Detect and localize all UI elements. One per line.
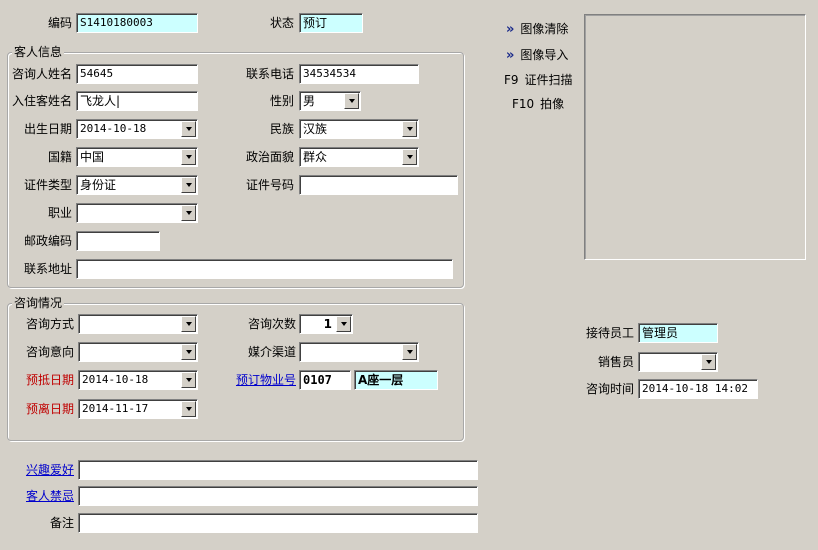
taboo-field[interactable] [78, 486, 478, 506]
image-clear-label: 图像清除 [520, 22, 569, 36]
photo-label: 拍像 [540, 97, 565, 111]
address-label: 联系地址 [23, 262, 72, 276]
ethnic-label: 民族 [269, 122, 294, 136]
arrive-date-label: 预抵日期 [25, 373, 74, 387]
sales-select[interactable] [638, 352, 718, 372]
chevron-down-icon[interactable] [181, 205, 196, 221]
idtype-value: 身份证 [80, 178, 117, 192]
status-field[interactable]: 预订 [299, 13, 363, 33]
phone-label: 联系电话 [245, 67, 294, 81]
code-field[interactable]: S1410180003 [76, 13, 198, 33]
consult-time-field[interactable]: 2014-10-18 14:02 [638, 379, 758, 399]
photo-shortcut-key: F10 [512, 97, 535, 111]
idno-label: 证件号码 [245, 178, 294, 192]
photo-button[interactable]: F10 拍像 [512, 95, 564, 113]
ethnic-select[interactable]: 汉族 [299, 119, 419, 139]
property-code-field[interactable]: 0107 [299, 370, 351, 390]
chevron-down-icon[interactable] [181, 121, 196, 137]
chevron-down-icon[interactable] [181, 177, 196, 193]
idtype-select[interactable]: 身份证 [76, 175, 198, 195]
phone-field[interactable]: 34534534 [299, 64, 419, 84]
consult-name-label: 咨询人姓名 [11, 67, 72, 81]
consult-method-select[interactable] [78, 314, 198, 334]
gender-select[interactable]: 男 [299, 91, 361, 111]
consult-intent-label: 咨询意向 [25, 345, 74, 359]
leave-date-label: 预离日期 [25, 402, 74, 416]
gender-label: 性别 [269, 94, 294, 108]
idno-field[interactable] [299, 175, 458, 195]
arrive-date-picker[interactable]: 2014-10-18 [78, 370, 198, 390]
chevron-down-icon[interactable] [181, 344, 196, 360]
image-clear-button[interactable]: » 图像清除 [506, 20, 568, 38]
chevron-down-icon[interactable] [181, 316, 196, 332]
nation-select[interactable]: 中国 [76, 147, 198, 167]
double-chevron-right-icon: » [506, 48, 515, 63]
idtype-label: 证件类型 [23, 178, 72, 192]
politic-select[interactable]: 群众 [299, 147, 419, 167]
leave-date-picker[interactable]: 2014-11-17 [78, 399, 198, 419]
birth-label: 出生日期 [23, 122, 72, 136]
guest-info-title: 客人信息 [12, 45, 65, 59]
politic-value: 群众 [303, 150, 328, 164]
media-select[interactable] [299, 342, 419, 362]
consult-name-field[interactable]: 54645 [76, 64, 198, 84]
checkin-name-label: 入住客姓名 [11, 94, 72, 108]
scan-shortcut-key: F9 [504, 73, 519, 87]
politic-label: 政治面貌 [245, 150, 294, 164]
leave-date-value: 2014-11-17 [82, 402, 149, 415]
receptionist-field[interactable]: 管理员 [638, 323, 718, 343]
code-label: 编码 [47, 16, 72, 30]
property-no-link[interactable]: 预订物业号 [226, 370, 296, 390]
nation-value: 中国 [80, 150, 105, 164]
sales-label: 销售员 [597, 355, 634, 369]
address-field[interactable] [76, 259, 453, 279]
chevron-down-icon[interactable] [181, 149, 196, 165]
consult-count-value: 1 [323, 317, 332, 331]
job-select[interactable] [76, 203, 198, 223]
consult-count-label: 咨询次数 [247, 317, 296, 331]
double-chevron-right-icon: » [506, 22, 515, 37]
receptionist-label: 接待员工 [585, 326, 634, 340]
remark-field[interactable] [78, 513, 478, 533]
job-label: 职业 [47, 206, 72, 220]
chevron-down-icon[interactable] [402, 344, 417, 360]
birth-value: 2014-10-18 [80, 122, 147, 135]
gender-value: 男 [303, 94, 316, 108]
image-import-label: 图像导入 [520, 48, 569, 62]
image-import-button[interactable]: » 图像导入 [506, 46, 568, 64]
chevron-down-icon[interactable] [181, 372, 196, 388]
consult-method-label: 咨询方式 [25, 317, 74, 331]
media-label: 媒介渠道 [247, 345, 296, 359]
guest-info-group [7, 52, 464, 288]
hobby-link[interactable]: 兴趣爱好 [8, 460, 74, 480]
birth-date-picker[interactable]: 2014-10-18 [76, 119, 198, 139]
ethnic-value: 汉族 [303, 122, 328, 136]
consult-intent-select[interactable] [78, 342, 198, 362]
consult-count-select[interactable]: 1 [299, 314, 353, 334]
zip-label: 邮政编码 [23, 234, 72, 248]
consult-time-label: 咨询时间 [585, 382, 634, 396]
checkin-name-field[interactable]: 飞龙人| [76, 91, 198, 111]
status-label: 状态 [269, 16, 294, 30]
chevron-down-icon[interactable] [181, 401, 196, 417]
image-preview [584, 14, 806, 260]
zip-field[interactable] [76, 231, 160, 251]
chevron-down-icon[interactable] [701, 354, 716, 370]
chevron-down-icon[interactable] [336, 316, 351, 332]
chevron-down-icon[interactable] [344, 93, 359, 109]
id-scan-label: 证件扫描 [524, 73, 573, 87]
remark-label: 备注 [49, 516, 74, 530]
arrive-date-value: 2014-10-18 [82, 373, 149, 386]
chevron-down-icon[interactable] [402, 121, 417, 137]
hobby-field[interactable] [78, 460, 478, 480]
chevron-down-icon[interactable] [402, 149, 417, 165]
id-scan-button[interactable]: F9 证件扫描 [504, 71, 573, 89]
taboo-link[interactable]: 客人禁忌 [8, 486, 74, 506]
nation-label: 国籍 [47, 150, 72, 164]
property-name-field[interactable]: A座一层 [354, 370, 438, 390]
consult-title: 咨询情况 [12, 296, 65, 310]
